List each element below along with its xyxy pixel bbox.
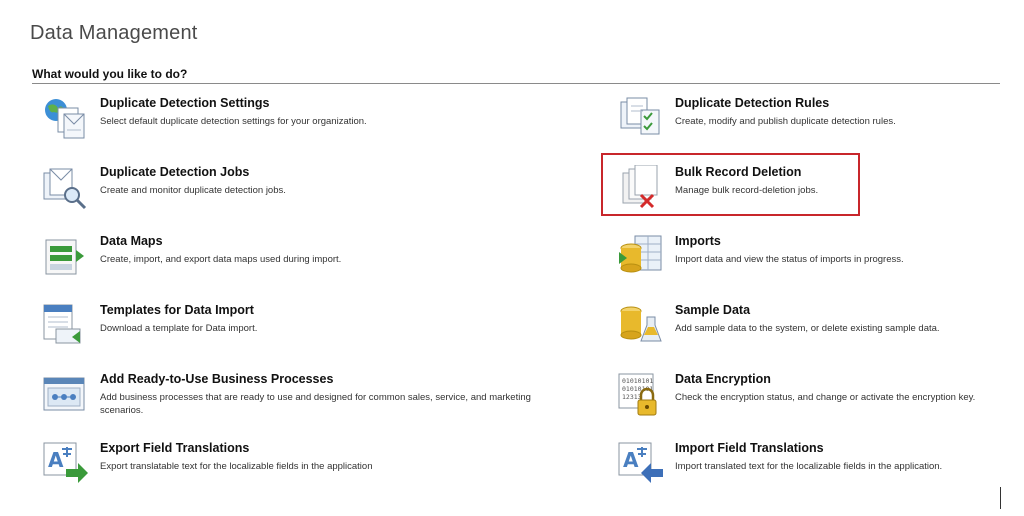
task-title[interactable]: Bulk Record Deletion: [675, 165, 801, 179]
task-duplicate-detection-settings[interactable]: Duplicate Detection Settings Select defa…: [42, 96, 562, 152]
task-import-field-translations[interactable]: A Import Field Translations Import trans…: [617, 441, 997, 497]
svg-text:A: A: [623, 448, 639, 472]
task-description: Create, import, and export data maps use…: [100, 254, 342, 265]
task-data-maps[interactable]: Data Maps Create, import, and export dat…: [42, 234, 562, 290]
task-description: Manage bulk record-deletion jobs.: [675, 185, 819, 196]
task-export-field-translations[interactable]: A Export Field Translations Export trans…: [42, 441, 562, 497]
task-description: Import data and view the status of impor…: [675, 254, 904, 265]
task-add-business-processes[interactable]: Add Ready-to-Use Business Processes Add …: [42, 372, 562, 428]
section-header: What would you like to do?: [32, 67, 1000, 84]
text-cursor: [1000, 487, 1001, 509]
task-title[interactable]: Duplicate Detection Jobs: [100, 165, 249, 179]
task-title[interactable]: Imports: [675, 234, 721, 248]
page-title: Data Management: [30, 22, 198, 44]
task-title[interactable]: Import Field Translations: [675, 441, 824, 455]
task-description: Create, modify and publish duplicate det…: [675, 116, 896, 127]
templates-icon: [42, 303, 90, 349]
task-description: Create and monitor duplicate detection j…: [100, 185, 286, 196]
task-templates-for-data-import[interactable]: Templates for Data Import Download a tem…: [42, 303, 562, 359]
export-translations-icon: A: [42, 441, 90, 487]
business-processes-icon: [42, 372, 90, 418]
task-imports[interactable]: Imports Import data and view the status …: [617, 234, 997, 290]
task-description: Export translatable text for the localiz…: [100, 461, 373, 472]
task-description: Check the encryption status, and change …: [675, 392, 976, 403]
sample-data-icon: [617, 303, 665, 349]
task-sample-data[interactable]: Sample Data Add sample data to the syste…: [617, 303, 997, 359]
task-title[interactable]: Templates for Data Import: [100, 303, 254, 317]
data-maps-icon: [42, 234, 90, 280]
duplicate-detection-jobs-icon: [42, 165, 90, 211]
task-title[interactable]: Data Maps: [100, 234, 163, 248]
task-bulk-record-deletion[interactable]: Bulk Record Deletion Manage bulk record-…: [617, 165, 857, 221]
import-translations-icon: A: [617, 441, 665, 487]
svg-text:A: A: [48, 448, 64, 472]
duplicate-detection-rules-icon: [617, 96, 665, 142]
task-description: Select default duplicate detection setti…: [100, 116, 367, 127]
task-title[interactable]: Add Ready-to-Use Business Processes: [100, 372, 333, 386]
duplicate-detection-settings-icon: [42, 96, 90, 142]
bulk-record-deletion-icon: [617, 165, 665, 211]
task-title[interactable]: Export Field Translations: [100, 441, 249, 455]
encryption-text-line-1: 01010101: [622, 377, 653, 385]
data-encryption-icon: 01010101 01010101 12313: [617, 372, 665, 418]
task-description: Add business processes that are ready to…: [100, 392, 531, 416]
task-data-encryption[interactable]: 01010101 01010101 12313 Data Encryption …: [617, 372, 1007, 428]
task-description: Download a template for Data import.: [100, 323, 258, 334]
task-title[interactable]: Duplicate Detection Rules: [675, 96, 829, 110]
task-title[interactable]: Duplicate Detection Settings: [100, 96, 269, 110]
task-description: Add sample data to the system, or delete…: [675, 323, 940, 334]
task-description: Import translated text for the localizab…: [675, 461, 943, 472]
task-duplicate-detection-jobs[interactable]: Duplicate Detection Jobs Create and moni…: [42, 165, 562, 221]
task-duplicate-detection-rules[interactable]: Duplicate Detection Rules Create, modify…: [617, 96, 997, 152]
task-title[interactable]: Data Encryption: [675, 372, 771, 386]
imports-icon: [617, 234, 665, 280]
task-title[interactable]: Sample Data: [675, 303, 750, 317]
